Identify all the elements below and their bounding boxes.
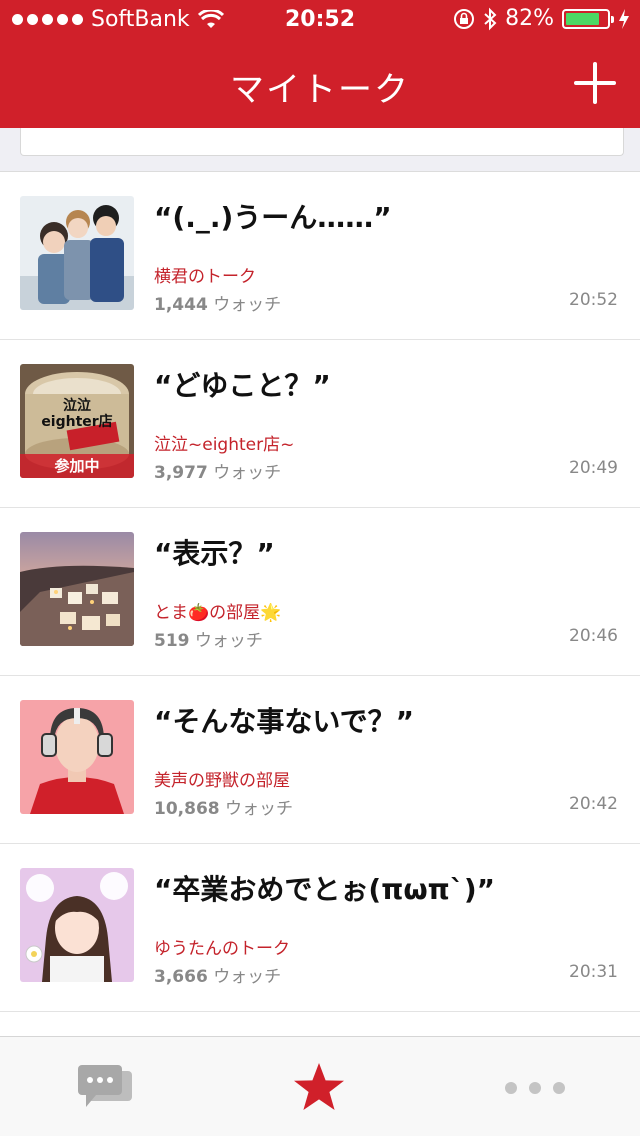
- more-icon: [505, 1082, 565, 1094]
- talk-time: 20:52: [569, 290, 618, 310]
- talk-thumbnail: [20, 700, 134, 814]
- talk-watch-count: 10,868 ウォッチ: [154, 794, 293, 819]
- status-bar: SoftBank 20:52 82%: [0, 0, 640, 40]
- battery-percent: 82%: [505, 6, 554, 31]
- talk-row[interactable]: “表示？” とま🍅の部屋🌟 519 ウォッチ 20:46: [0, 508, 640, 676]
- talk-room-name: ゆうたんのトーク: [154, 939, 290, 959]
- talk-time: 20:49: [569, 458, 618, 478]
- talk-thumbnail: [20, 532, 134, 646]
- nav-bar: マイトーク: [0, 40, 640, 128]
- talk-thumbnail: [20, 196, 134, 310]
- tab-my-talk[interactable]: [213, 1037, 426, 1136]
- talk-row[interactable]: “そんな事ないで？” 美声の野獣の部屋 10,868 ウォッチ 20:42: [0, 676, 640, 844]
- talk-title: “(._.)うーん……”: [154, 201, 392, 234]
- bluetooth-icon: [484, 7, 497, 30]
- talk-time: 20:46: [569, 626, 618, 646]
- talk-row[interactable]: “(._.)うーん……” 横君のトーク 1,444 ウォッチ 20:52: [0, 172, 640, 340]
- watch-number: 1,444: [154, 295, 208, 315]
- talk-list: “(._.)うーん……” 横君のトーク 1,444 ウォッチ 20:52 泣泣 …: [0, 172, 640, 1136]
- watch-label: ウォッチ: [213, 463, 282, 483]
- talk-thumbnail: [20, 868, 134, 982]
- talk-time: 20:42: [569, 794, 618, 814]
- talk-room-name: 横君のトーク: [154, 267, 256, 287]
- talk-room-name: とま🍅の部屋🌟: [154, 603, 282, 623]
- watch-label: ウォッチ: [194, 631, 263, 651]
- rotation-lock-icon: [454, 8, 475, 29]
- talk-row[interactable]: “卒業おめでとぉ(πωπ`)” ゆうたんのトーク 3,666 ウォッチ 20:3…: [0, 844, 640, 1012]
- battery-level: [566, 12, 599, 25]
- tab-talks[interactable]: [0, 1037, 213, 1136]
- search-input[interactable]: [20, 128, 624, 156]
- talk-room-name: 美声の野獣の部屋: [154, 771, 290, 791]
- watch-number: 3,977: [154, 463, 208, 483]
- watch-number: 3,666: [154, 967, 208, 987]
- talk-watch-count: 3,977 ウォッチ: [154, 458, 281, 483]
- battery-icon: [562, 8, 614, 29]
- watch-label: ウォッチ: [213, 295, 282, 315]
- talk-title: “そんな事ないで？”: [154, 705, 414, 738]
- search-area: [0, 128, 640, 172]
- watch-number: 519: [154, 631, 190, 651]
- add-talk-button[interactable]: [574, 62, 616, 104]
- talk-watch-count: 1,444 ウォッチ: [154, 290, 281, 315]
- tab-bar: [0, 1036, 640, 1136]
- watch-label: ウォッチ: [225, 799, 294, 819]
- talk-watch-count: 519 ウォッチ: [154, 626, 263, 651]
- watch-label: ウォッチ: [213, 967, 282, 987]
- thumb-text-line2: eighter店: [41, 414, 113, 430]
- star-icon: [294, 1063, 344, 1110]
- talk-room-name: 泣泣~eighter店~: [154, 435, 295, 455]
- watch-number: 10,868: [154, 799, 220, 819]
- chat-bubbles-icon: [78, 1065, 132, 1107]
- talk-time: 20:31: [569, 962, 618, 982]
- thumb-text-line1: 泣泣: [63, 398, 91, 414]
- tab-more[interactable]: [426, 1037, 639, 1136]
- page-title: マイトーク: [230, 70, 410, 110]
- status-right: 82%: [453, 6, 630, 31]
- talk-thumbnail: 泣泣 eighter店 参加中: [20, 364, 134, 478]
- charging-icon: [619, 8, 629, 29]
- talk-title: “卒業おめでとぉ(πωπ`)”: [154, 873, 496, 906]
- talk-watch-count: 3,666 ウォッチ: [154, 962, 281, 987]
- talk-title: “表示？”: [154, 537, 275, 570]
- talk-title: “どゆこと？”: [154, 369, 331, 402]
- talk-row[interactable]: 泣泣 eighter店 参加中 “どゆこと？” 泣泣~eighter店~ 3,9…: [0, 340, 640, 508]
- joined-badge: 参加中: [20, 454, 134, 478]
